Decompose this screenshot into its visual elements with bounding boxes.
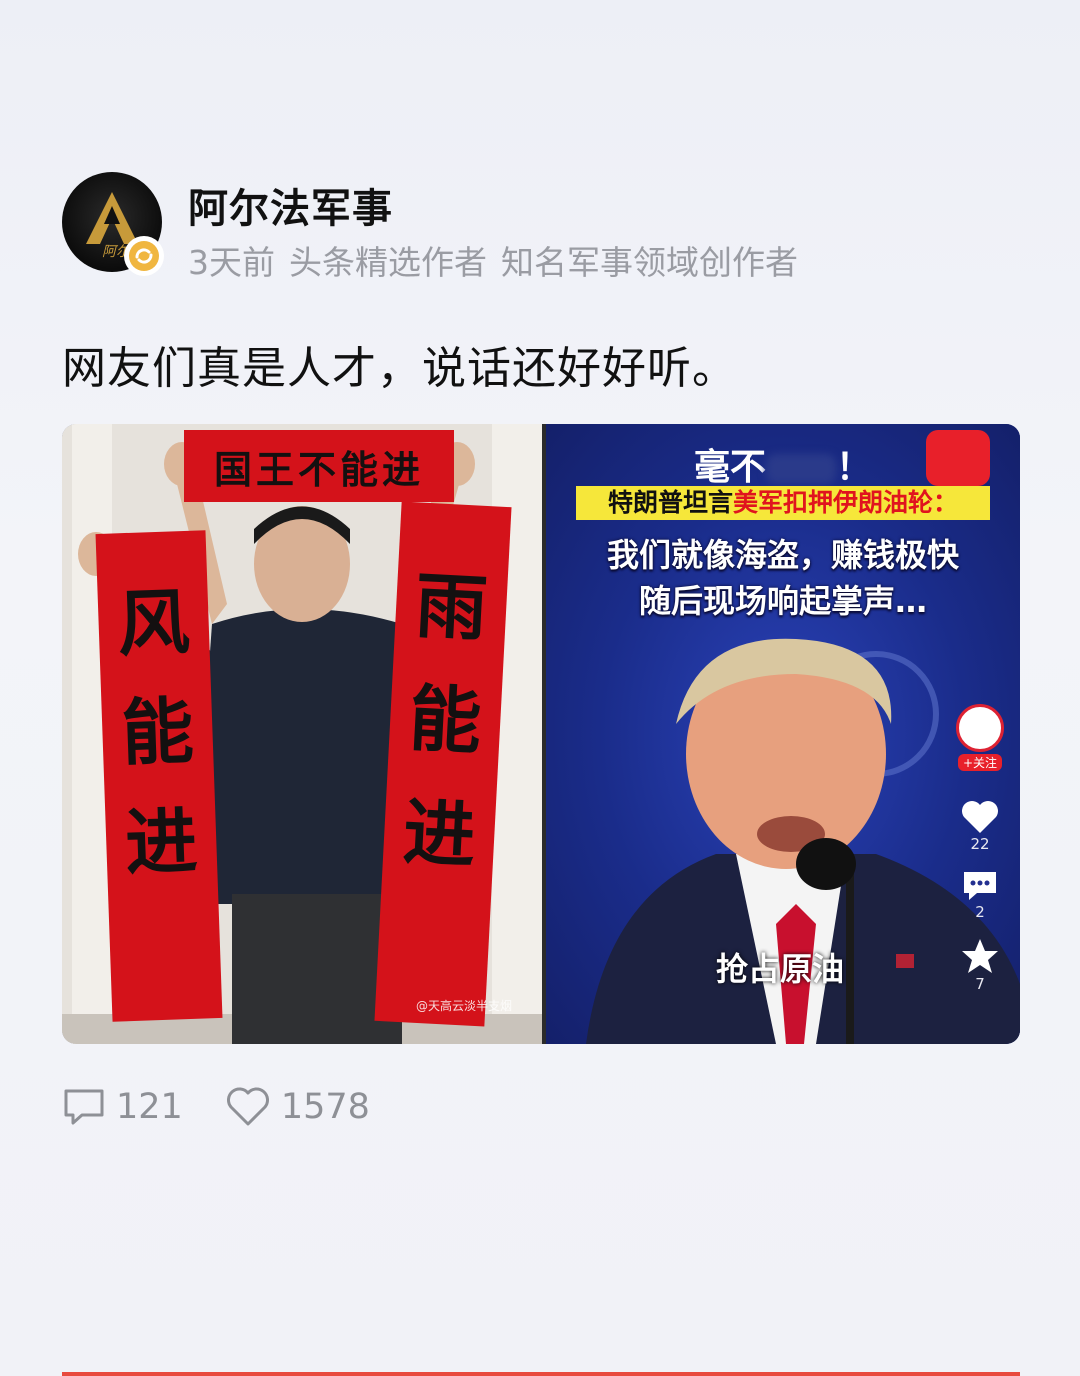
follow-label: +关注 <box>957 754 1003 771</box>
headline-line-2: 随后现场响起掌声… <box>638 582 927 620</box>
like-count: 1578 <box>280 1087 370 1127</box>
scroll-left-char-1: 风 <box>116 579 192 667</box>
heart-icon <box>226 1087 269 1126</box>
comment-count: 121 <box>116 1087 183 1127</box>
headline-top-text: 毫不 <box>693 447 766 488</box>
comment-icon <box>64 1089 104 1125</box>
headline-top: 毫不 ！ <box>546 438 1020 490</box>
comment-button[interactable]: 121 <box>62 1087 183 1127</box>
image-left-panel: 国王不能进 风 能 进 雨 能 进 @天高云淡半支烟 <box>62 424 542 1044</box>
video-side-actions: +关注 22 2 7 <box>950 704 1010 1009</box>
scroll-left-char-3: 进 <box>123 797 199 886</box>
comment-icon <box>964 872 996 900</box>
image-right-panel: 毫不 ！ 特朗普坦言美军扣押伊朗油轮： 我们就像海盗，赚钱极快 随后现场响起掌声…… <box>546 424 1020 1044</box>
headline-box: 特朗普坦言美军扣押伊朗油轮： <box>576 486 990 520</box>
author-badge-domain: 知名军事领域创作者 <box>501 243 798 282</box>
bottom-accent-bar <box>62 1372 1020 1376</box>
scroll-right-char-3: 进 <box>401 788 478 878</box>
verified-badge-icon <box>124 236 164 276</box>
scroll-left-char-2: 能 <box>119 688 195 776</box>
video-like-count: 22 <box>970 835 990 853</box>
heart-icon <box>962 801 998 833</box>
channel-avatar-icon <box>956 704 1004 752</box>
headline-top-end: ！ <box>836 447 873 488</box>
video-comment-count: 2 <box>975 903 985 921</box>
post-actions: 121 1578 <box>62 1086 412 1128</box>
image-watermark: @天高云淡半支烟 <box>415 999 512 1013</box>
video-favorite-count: 7 <box>975 975 985 993</box>
scroll-top: 国王不能进 <box>184 430 454 502</box>
author-badge-featured: 头条精选作者 <box>289 243 487 282</box>
headline-line-1: 我们就像海盗，赚钱极快 <box>606 536 959 574</box>
headline-box-b: 美军扣押伊朗油轮： <box>733 488 959 517</box>
post-meta: 3天前 头条精选作者 知名军事领域创作者 <box>188 236 812 284</box>
scroll-right-char-2: 能 <box>407 675 484 765</box>
author-name[interactable]: 阿尔法军事 <box>188 176 393 234</box>
post-image[interactable]: 国王不能进 风 能 进 雨 能 进 @天高云淡半支烟 毫不 ！ 特朗普坦言美军扣… <box>62 424 1020 1044</box>
post-text[interactable]: 网友们真是人才，说话还好好听。 <box>62 332 737 396</box>
headline-box-a: 特朗普坦言 <box>607 488 733 517</box>
blurred-word <box>766 454 836 484</box>
like-button[interactable]: 1578 <box>225 1086 370 1128</box>
star-icon <box>962 939 998 973</box>
video-caption: 抢占原油 <box>716 950 845 988</box>
scroll-right-char-1: 雨 <box>413 562 490 652</box>
post-time: 3天前 <box>188 243 275 282</box>
feed-post: 阿尔 阿尔法军事 3天前 头条精选作者 知名军事领域创作者 网友们真是人才，说话还好… <box>0 0 1080 1376</box>
scroll-left: 风 能 进 <box>95 530 223 1022</box>
